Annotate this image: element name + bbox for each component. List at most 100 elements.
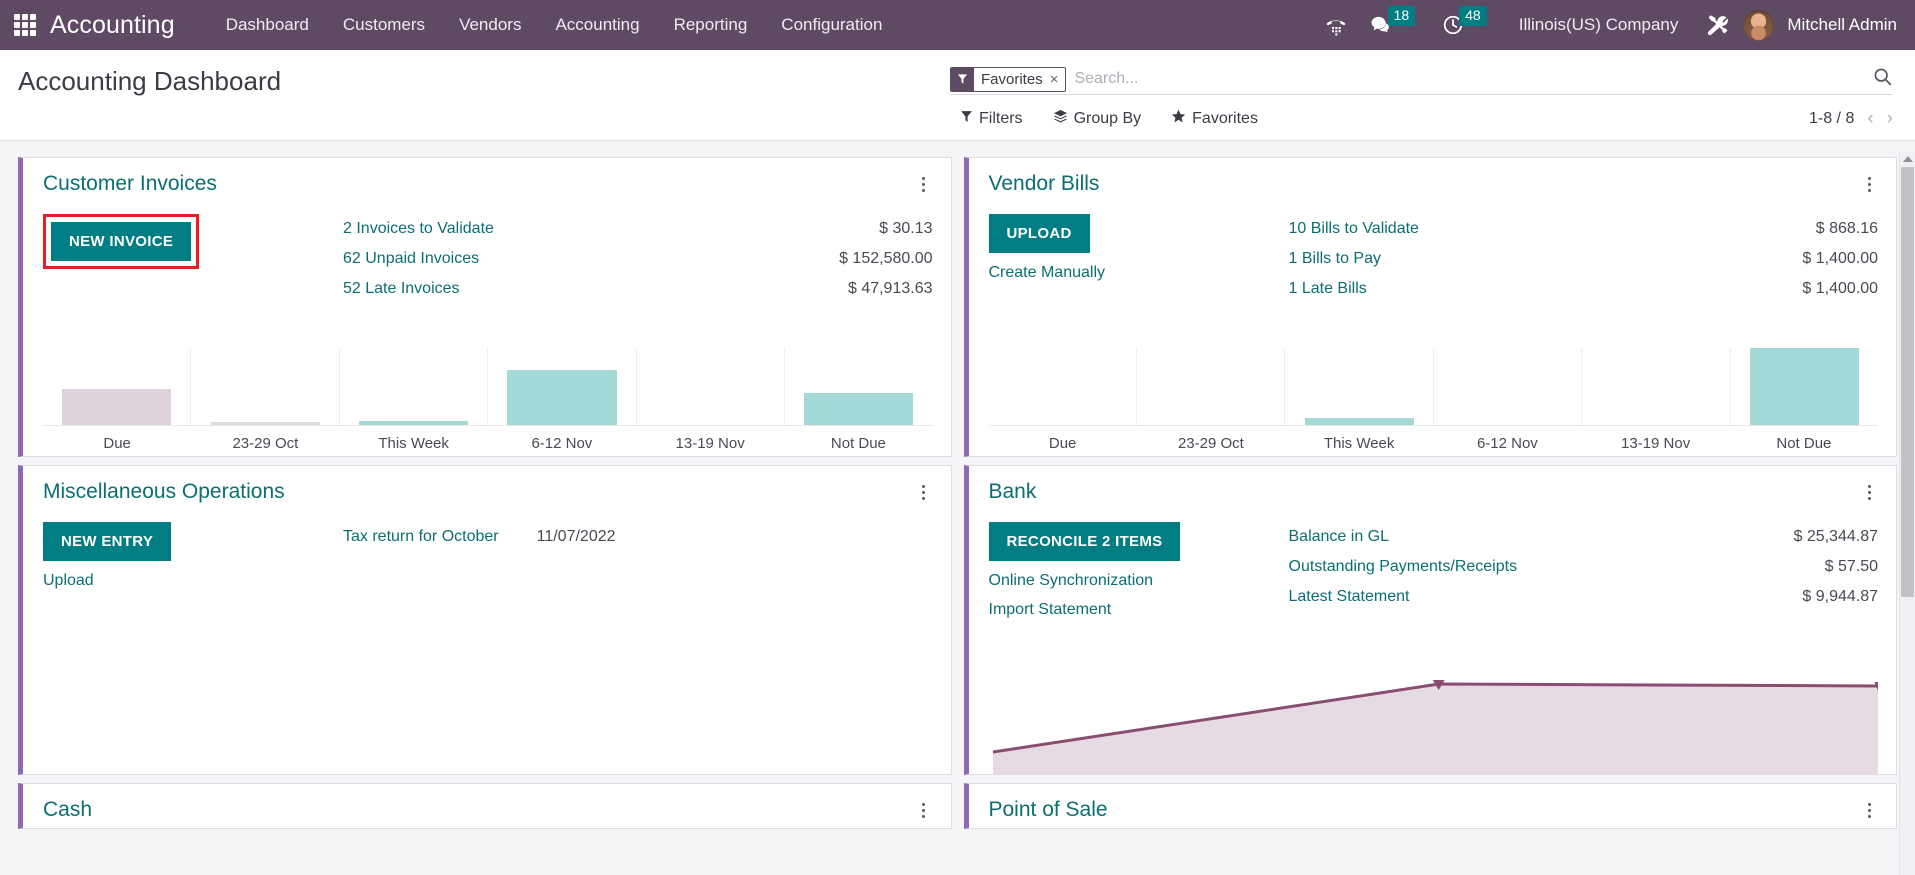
upload-button[interactable]: UPLOAD — [988, 214, 1090, 253]
menu-configuration[interactable]: Configuration — [764, 0, 899, 50]
bar-column — [1137, 348, 1286, 425]
apps-grid-icon[interactable] — [14, 14, 36, 36]
menu-accounting[interactable]: Accounting — [538, 0, 656, 50]
bar-column — [989, 348, 1137, 425]
card-title[interactable]: Cash — [43, 798, 92, 822]
card-menu-icon[interactable] — [1860, 480, 1878, 500]
card-menu-icon[interactable] — [915, 798, 933, 818]
stat-label[interactable]: Outstanding Payments/Receipts — [1289, 552, 1518, 582]
card-vendor-bills: Vendor Bills UPLOAD Create Manually 10 B… — [963, 157, 1897, 457]
facet-remove-icon[interactable]: × — [1048, 71, 1066, 88]
bar-column — [1582, 348, 1731, 425]
group-by-label: Group By — [1073, 110, 1142, 127]
card-actions: NEW ENTRY Upload — [43, 522, 343, 590]
stat-value: $ 868.16 — [1815, 220, 1878, 237]
facet-label: Favorites — [981, 70, 1043, 88]
menu-customers[interactable]: Customers — [326, 0, 442, 50]
stat-value: $ 1,400.00 — [1802, 280, 1878, 297]
vendor-bills-bar-chart[interactable]: Due 23-29 Oct This Week 6-12 Nov 13-19 N… — [988, 348, 1878, 456]
bank-balance-area-chart[interactable] — [989, 656, 1878, 774]
activities-counter[interactable]: 48 — [1433, 0, 1501, 50]
pager-count: 1-8 / 8 — [1808, 110, 1855, 127]
card-title[interactable]: Point of Sale — [989, 798, 1108, 822]
card-menu-icon[interactable] — [915, 172, 933, 192]
search-icon[interactable] — [1864, 66, 1893, 93]
bar-column — [488, 348, 637, 425]
online-synchronization-link[interactable]: Online Synchronization — [989, 572, 1289, 590]
user-name[interactable]: Mitchell Admin — [1787, 15, 1901, 35]
create-manually-link[interactable]: Create Manually — [989, 264, 1289, 282]
tax-return-date: 11/07/2022 — [536, 528, 616, 545]
avatar[interactable] — [1743, 9, 1775, 41]
stat-row: 52 Late Invoices $ 47,913.63 — [343, 274, 933, 304]
card-actions: RECONCILE 2 ITEMS Online Synchronization… — [988, 522, 1289, 619]
stat-label[interactable]: 2 Invoices to Validate — [343, 214, 494, 244]
search-input[interactable] — [1074, 70, 1864, 88]
x-tick: 6-12 Nov — [1476, 435, 1538, 452]
card-title[interactable]: Vendor Bills — [989, 172, 1100, 196]
stat-row: Tax return for October 11/07/2022 — [343, 522, 933, 552]
card-bank: Bank RECONCILE 2 ITEMS Online Synchroniz… — [963, 465, 1897, 775]
new-invoice-button[interactable]: NEW INVOICE — [51, 222, 192, 261]
tools-icon[interactable] — [1696, 0, 1739, 50]
stat-label[interactable]: 52 Late Invoices — [343, 274, 460, 304]
stat-row: Latest Statement $ 9,944.87 — [1289, 582, 1879, 612]
control-panel: Accounting Dashboard Favorites × Search.… — [0, 50, 1915, 141]
card-stats: Tax return for October 11/07/2022 — [343, 522, 933, 590]
menu-dashboard[interactable]: Dashboard — [209, 0, 326, 50]
card-stats: 2 Invoices to Validate $ 30.13 62 Unpaid… — [343, 214, 933, 304]
scrollbar-thumb[interactable] — [1901, 167, 1914, 597]
stat-label[interactable]: Balance in GL — [1289, 522, 1390, 552]
card-cash: Cash — [18, 783, 952, 829]
x-tick: Due — [103, 435, 131, 452]
menu-reporting[interactable]: Reporting — [657, 0, 765, 50]
favorites-dropdown[interactable]: Favorites — [1171, 109, 1258, 129]
messages-counter[interactable]: 18 — [1361, 0, 1430, 50]
group-by-dropdown[interactable]: Group By — [1053, 109, 1142, 129]
new-entry-button[interactable]: NEW ENTRY — [43, 522, 172, 561]
card-title[interactable]: Miscellaneous Operations — [43, 480, 285, 504]
page-title: Accounting Dashboard — [18, 66, 282, 96]
messages-count: 18 — [1387, 6, 1416, 26]
import-statement-link[interactable]: Import Statement — [989, 601, 1289, 619]
x-tick: 6-12 Nov — [531, 435, 593, 452]
stat-label[interactable]: 62 Unpaid Invoices — [343, 244, 479, 274]
stat-row: 10 Bills to Validate $ 868.16 — [1289, 214, 1879, 244]
stat-label[interactable]: 1 Bills to Pay — [1289, 244, 1381, 274]
company-switcher[interactable]: Illinois(US) Company — [1505, 15, 1693, 35]
card-menu-icon[interactable] — [915, 480, 933, 500]
stat-label[interactable]: 10 Bills to Validate — [1289, 214, 1419, 244]
stat-label[interactable]: 1 Late Bills — [1289, 274, 1367, 304]
card-point-of-sale: Point of Sale — [963, 783, 1897, 829]
x-tick: 13-19 Nov — [1621, 435, 1691, 452]
bar-column — [637, 348, 786, 425]
card-menu-icon[interactable] — [1860, 798, 1878, 818]
stat-row: 1 Late Bills $ 1,400.00 — [1289, 274, 1879, 304]
card-wrap-misc-operations: Miscellaneous Operations NEW ENTRY Uploa… — [12, 461, 958, 779]
filters-dropdown[interactable]: Filters — [960, 110, 1023, 128]
vertical-scrollbar[interactable] — [1899, 152, 1915, 875]
menu-vendors[interactable]: Vendors — [442, 0, 538, 50]
search-zone: Favorites × — [950, 50, 1915, 95]
pager-next-icon[interactable]: › — [1887, 108, 1893, 130]
star-icon — [1171, 109, 1186, 129]
card-actions: NEW INVOICE — [43, 214, 343, 304]
stat-label[interactable]: Latest Statement — [1289, 582, 1410, 612]
stat-value: $ 1,400.00 — [1802, 250, 1878, 267]
upload-link[interactable]: Upload — [43, 572, 343, 590]
card-title[interactable]: Bank — [989, 480, 1037, 504]
search-bar: Favorites × — [950, 64, 1893, 95]
card-title[interactable]: Customer Invoices — [43, 172, 217, 196]
customer-invoices-bar-chart[interactable]: Due 23-29 Oct This Week 6-12 Nov 13-19 N… — [43, 348, 933, 456]
scroll-up-arrow-icon[interactable] — [1902, 156, 1913, 162]
x-tick: This Week — [378, 435, 449, 452]
search-facet-favorites[interactable]: Favorites × — [950, 66, 1067, 92]
app-name[interactable]: Accounting — [50, 11, 175, 40]
card-stats: Balance in GL $ 25,344.87 Outstanding Pa… — [1289, 522, 1879, 619]
card-menu-icon[interactable] — [1860, 172, 1878, 192]
phone-dialpad-icon[interactable] — [1315, 0, 1357, 50]
reconcile-button[interactable]: RECONCILE 2 ITEMS — [988, 522, 1181, 561]
pager-previous-icon[interactable]: ‹ — [1867, 108, 1873, 130]
bar-column — [785, 348, 932, 425]
tax-return-label[interactable]: Tax return for October — [343, 522, 499, 552]
